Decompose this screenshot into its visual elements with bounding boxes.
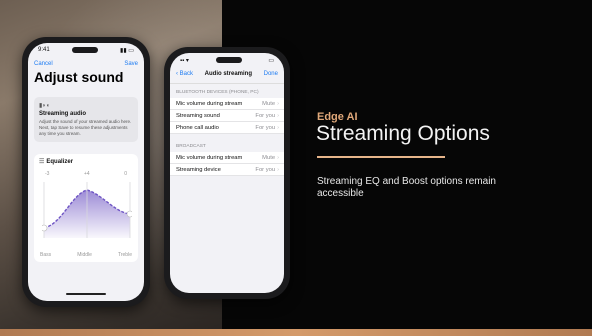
row-label: Streaming device (176, 166, 221, 173)
chevron-right-icon: › (277, 166, 279, 173)
battery-icon: ▭ (268, 57, 274, 64)
chevron-right-icon: › (277, 112, 279, 119)
battery-icon: ▮▮ ▭ (120, 47, 134, 54)
row-value: For you (255, 112, 276, 119)
equalizer-header: ☰ Equalizer (39, 158, 133, 165)
signal-icon: ▪▪ ▾ (180, 57, 189, 64)
back-button[interactable]: ‹ Back (176, 71, 193, 77)
phone-audio-streaming: ▪▪ ▾ ▭ ‹ Back Audio streaming Done BLUET… (164, 47, 290, 299)
slide-heading: Streaming Options (316, 122, 490, 145)
chevron-right-icon: › (277, 124, 279, 131)
section-header-broadcast: BROADCAST (176, 144, 206, 149)
row-label: Mic volume during stream (176, 154, 243, 161)
audio-device-icon: ▮◗◖ (39, 103, 50, 109)
list-item[interactable]: Streaming device For you › (170, 164, 284, 176)
nav-bar: ‹ Back Audio streaming Done (170, 67, 284, 84)
done-button[interactable]: Done (264, 71, 278, 77)
notch (71, 47, 98, 53)
row-value: For you (255, 166, 276, 173)
accent-bar (0, 329, 592, 336)
status-time: 9:41 (38, 47, 50, 53)
list-item[interactable]: Streaming sound For you › (170, 110, 284, 122)
status-bar: 9:41 ▮▮ ▭ (28, 43, 144, 57)
heading-underline (317, 156, 445, 158)
row-label: Mic volume during stream (176, 100, 243, 107)
notch (215, 57, 242, 63)
slide-description: Streaming EQ and Boost options remain ac… (317, 176, 496, 199)
row-label: Streaming sound (176, 112, 220, 119)
equalizer-icon: ☰ (39, 159, 45, 165)
slide: 9:41 ▮▮ ▭ Cancel Save Adjust sound ▮◗◖ S… (0, 0, 592, 336)
chevron-right-icon: › (277, 100, 279, 107)
row-value: Mute (262, 154, 276, 161)
phone-screen: ▪▪ ▾ ▭ ‹ Back Audio streaming Done BLUET… (170, 53, 284, 293)
list-item[interactable]: Mic volume during stream Mute › (170, 98, 284, 110)
section-header-bluetooth: BLUETOOTH DEVICES (PHONE, PC) (176, 90, 259, 95)
band-middle: Middle (77, 252, 92, 258)
chevron-right-icon: › (277, 154, 279, 161)
band-labels: Bass Middle Treble (40, 252, 132, 258)
treble-handle[interactable] (126, 210, 132, 218)
list-item[interactable]: Mic volume during stream Mute › (170, 152, 284, 164)
status-bar: ▪▪ ▾ ▭ (170, 53, 284, 67)
card-text: Adjust the sound of your streamed audio … (39, 119, 132, 136)
equalizer-label: Equalizer (46, 159, 74, 165)
nav-bar: Cancel Save (28, 57, 144, 67)
scale-treble: 0 (124, 171, 127, 177)
streaming-audio-card: ▮◗◖ Streaming audio Adjust the sound of … (34, 97, 138, 142)
band-bass: Bass (40, 252, 52, 258)
equalizer-curve[interactable] (42, 182, 132, 238)
phone-adjust-sound: 9:41 ▮▮ ▭ Cancel Save Adjust sound ▮◗◖ S… (22, 37, 150, 307)
home-indicator (66, 293, 106, 295)
page-title: Adjust sound (34, 69, 124, 85)
equalizer-scale: -3 +4 0 (39, 171, 133, 177)
card-heading: Streaming audio (39, 111, 87, 117)
band-treble: Treble (117, 252, 132, 258)
scale-bass: -3 (45, 171, 50, 177)
row-label: Phone call audio (176, 124, 219, 131)
equalizer-panel: ☰ Equalizer -3 +4 0 Bass Middle Treble (34, 154, 138, 262)
bluetooth-settings-list: Mic volume during stream Mute › Streaming… (170, 98, 284, 134)
phone-screen: 9:41 ▮▮ ▭ Cancel Save Adjust sound ▮◗◖ S… (28, 43, 144, 301)
broadcast-settings-list: Mic volume during stream Mute › Streaming… (170, 152, 284, 176)
cancel-button[interactable]: Cancel (34, 61, 53, 67)
list-item[interactable]: Phone call audio For you › (170, 122, 284, 134)
save-button[interactable]: Save (124, 61, 138, 67)
scale-middle: +4 (83, 171, 90, 177)
back-label: Back (179, 71, 194, 77)
row-value: For you (255, 124, 276, 131)
row-value: Mute (262, 100, 276, 107)
bass-handle[interactable] (42, 224, 48, 232)
nav-title: Audio streaming (204, 71, 252, 77)
